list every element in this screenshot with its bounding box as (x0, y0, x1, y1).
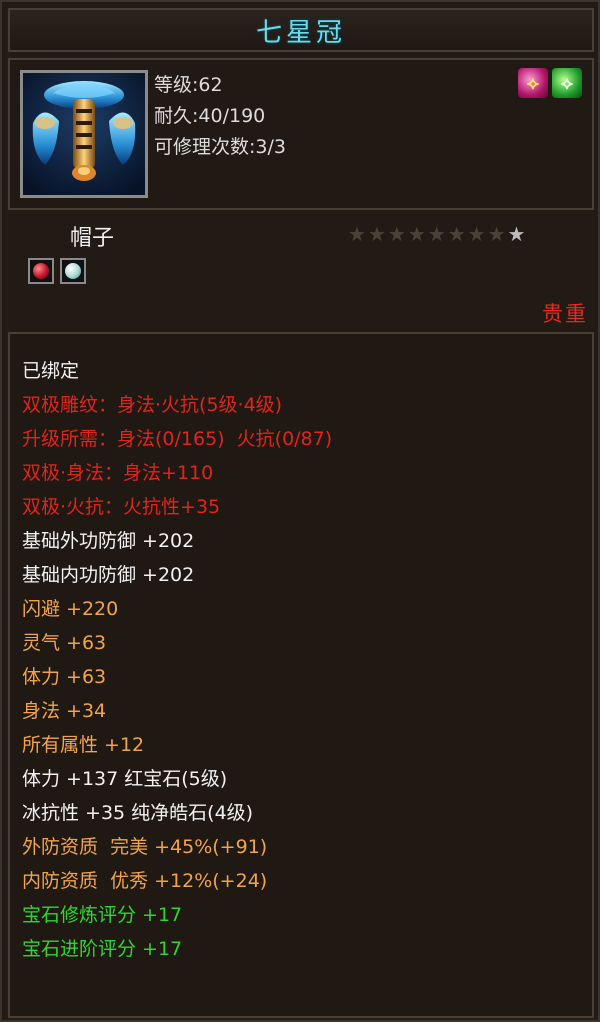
gem-slots (28, 258, 86, 284)
attribute-line: 灵气 +63 (22, 632, 107, 654)
attribute-line: 闪避 +220 (22, 598, 119, 620)
item-title: 七星冠 (255, 17, 346, 48)
attribute-line: 所有属性 +12 (22, 734, 145, 756)
star-icon: ★ (407, 222, 426, 246)
attribute-line: 双极雕纹：身法·火抗(5级·4级) (22, 394, 283, 416)
attribute-line: 冰抗性 +35 纯净皓石(4级) (22, 802, 254, 824)
attribute-line: 基础内功防御 +202 (22, 564, 195, 586)
item-summary: 等级:62 耐久:40/190 可修理次数:3/3 ⟡ ⟡ (8, 58, 594, 210)
type-section: 帽子 ★ ★ ★ ★ ★ ★ ★ ★ ★ 贵重 (8, 214, 594, 328)
attribute-line: 宝石进阶评分 +17 (22, 938, 183, 960)
white-gem-icon[interactable] (60, 258, 86, 284)
star-icon: ★ (467, 222, 486, 246)
badges: ⟡ ⟡ (518, 68, 582, 98)
title-bar: 七星冠 (8, 8, 594, 52)
attributes-section: 已绑定双极雕纹：身法·火抗(5级·4级) 升级所需：身法(0/165) 火抗(0/… (8, 332, 594, 1018)
attribute-line: 已绑定 (22, 360, 80, 382)
green-rune-badge-icon[interactable]: ⟡ (552, 68, 582, 98)
item-repairs: 可修理次数:3/3 (154, 136, 286, 158)
attribute-line: 宝石修炼评分 +17 (22, 904, 183, 926)
star-icon: ★ (348, 222, 366, 246)
attribute-line: 外防资质 完美 +45%(+91) (22, 836, 268, 858)
attribute-line: 升级所需：身法(0/165) 火抗(0/87) (22, 428, 333, 450)
attribute-line: 体力 +137 红宝石(5级) (22, 768, 228, 790)
attribute-line: 内防资质 优秀 +12%(+24) (22, 870, 268, 892)
attribute-line: 身法 +34 (22, 700, 107, 722)
star-icon: ★ (367, 222, 386, 246)
basic-stats: 等级:62 耐久:40/190 可修理次数:3/3 (154, 70, 286, 163)
attribute-line: 双极·身法：身法+110 (22, 462, 214, 484)
star-icon: ★ (447, 222, 466, 246)
item-level: 等级:62 (154, 74, 223, 96)
item-tooltip-panel: 七星冠 等级:62 耐久:40/190 可修理次数:3/3 ⟡ ⟡ 帽子 ★ ★… (0, 0, 600, 1022)
attribute-line: 体力 +63 (22, 666, 107, 688)
attribute-line: 双极·火抗：火抗性+35 (22, 496, 221, 518)
red-gem-icon[interactable] (28, 258, 54, 284)
hat-icon[interactable] (20, 70, 148, 198)
red-rune-badge-icon[interactable]: ⟡ (518, 68, 548, 98)
attribute-list: 已绑定双极雕纹：身法·火抗(5级·4级) 升级所需：身法(0/165) 火抗(0/… (22, 354, 332, 966)
star-icon: ★ (387, 222, 406, 246)
star-icon: ★ (487, 222, 506, 246)
star-icon: ★ (427, 222, 446, 246)
star-rating: ★ ★ ★ ★ ★ ★ ★ ★ ★ (348, 224, 525, 244)
item-durability: 耐久:40/190 (154, 105, 266, 127)
item-type: 帽子 (70, 226, 115, 251)
attribute-line: 基础外功防御 +202 (22, 530, 195, 552)
star-icon: ★ (507, 222, 526, 246)
rarity-label: 贵重 (542, 302, 588, 326)
